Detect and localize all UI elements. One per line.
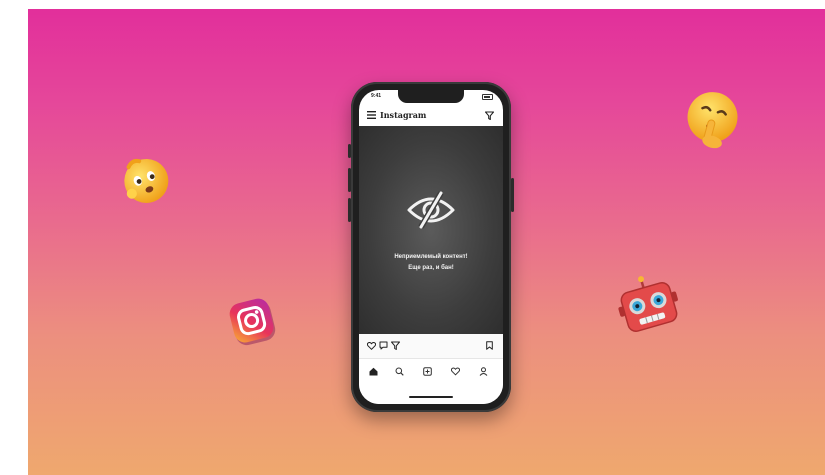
send-icon[interactable] [391, 341, 400, 350]
eye-slash-icon [407, 191, 455, 229]
app-header: Instagram [359, 104, 503, 126]
power-button [511, 178, 514, 212]
post-actions-bar [359, 334, 503, 358]
volume-down-button [348, 198, 351, 222]
heart-icon[interactable] [367, 342, 376, 350]
camera-notch [398, 90, 464, 103]
menu-icon[interactable] [367, 111, 376, 119]
status-time: 9:41 [371, 93, 382, 99]
activity-heart-icon[interactable] [451, 367, 460, 376]
robot-emoji-sticker [618, 276, 678, 332]
filter-icon[interactable] [485, 111, 494, 120]
comment-icon[interactable] [379, 341, 388, 350]
volume-up-button [348, 168, 351, 192]
profile-icon[interactable] [479, 367, 488, 376]
ban-warning-message: Еще раз, и бан! [408, 265, 454, 271]
smartphone-mockup: 9:41 Instagram Неприемлемый контент! Еще… [348, 82, 514, 412]
add-post-icon[interactable] [423, 367, 432, 376]
home-icon[interactable] [369, 367, 378, 376]
battery-icon [482, 94, 493, 100]
warning-message: Неприемлемый контент! [394, 254, 468, 260]
instagram-logo-sticker [229, 298, 276, 346]
search-icon[interactable] [395, 367, 404, 376]
shushing-emoji-sticker [687, 92, 738, 149]
promo-background: 9:41 Instagram Неприемлемый контент! Еще… [28, 9, 825, 475]
phone-screen: 9:41 Instagram Неприемлемый контент! Еще… [359, 90, 503, 404]
mute-switch [348, 144, 351, 158]
worried-emoji-sticker [124, 158, 169, 203]
bottom-navigation [359, 358, 503, 404]
app-title: Instagram [380, 110, 427, 120]
bookmark-icon[interactable] [486, 341, 493, 350]
post-content-area: Неприемлемый контент! Еще раз, и бан! [359, 126, 503, 334]
home-indicator [409, 396, 453, 398]
